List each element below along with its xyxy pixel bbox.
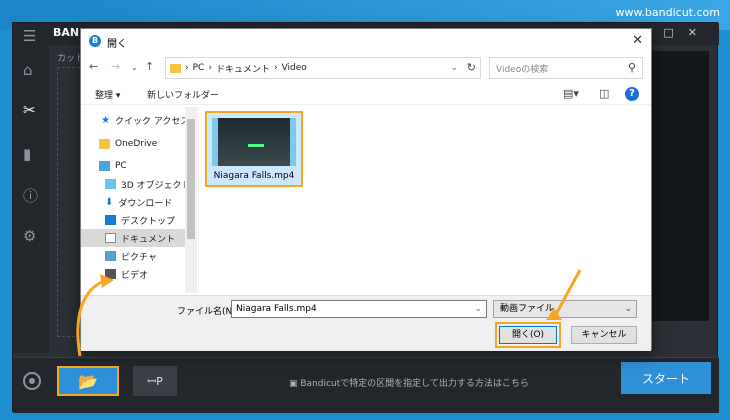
record-icon[interactable]	[23, 372, 41, 390]
desktop-icon	[105, 215, 116, 225]
preview-pane-icon[interactable]: ◫	[599, 87, 609, 100]
nav-item-label: デスクトップ	[121, 216, 176, 227]
recent-dropdown-icon[interactable]: ⌄	[131, 63, 138, 72]
nav-item-onedrive[interactable]: OneDrive	[99, 135, 197, 153]
nav-item-pc[interactable]: PC	[99, 157, 197, 175]
search-icon: ⚲	[627, 61, 636, 74]
path-documents[interactable]: ドキュメント	[216, 62, 270, 75]
home-icon[interactable]: ⌂	[23, 61, 33, 79]
format-button[interactable]: ꟷP	[133, 366, 177, 396]
close-icon[interactable]: ✕	[632, 33, 643, 48]
video-thumbnail	[212, 118, 296, 166]
nav-item-label: ピクチャ	[121, 252, 157, 263]
path-sep: ›	[208, 63, 212, 73]
format-label: ꟷP	[147, 374, 163, 388]
open-button[interactable]: 開く(O)	[499, 326, 557, 344]
help-icon[interactable]: ?	[625, 87, 639, 101]
cancel-button[interactable]: キャンセル	[571, 326, 637, 344]
nav-item-label: クイック アクセス	[114, 116, 190, 127]
merge-icon[interactable]: ▮	[23, 145, 31, 163]
bandicut-icon: B	[89, 35, 101, 47]
address-dropdown-icon[interactable]: ⌄	[450, 63, 458, 73]
nav-item-label: ビデオ	[121, 270, 149, 281]
nav-scrollbar[interactable]	[185, 107, 197, 293]
new-folder-button[interactable]: 新しいフォルダー	[147, 88, 219, 101]
path-pc[interactable]: PC	[193, 63, 205, 73]
navigation-pane: ★ クイック アクセス OneDrive PC 3D オブジェクト ⬇ ダウンロ…	[81, 107, 199, 293]
up-icon[interactable]: ↑	[145, 60, 154, 73]
refresh-icon[interactable]: ↻	[467, 61, 476, 74]
navigation-row: ← → ⌄ ↑ › PC › ドキュメント › Video ⌄ ↻ Videoの…	[81, 57, 651, 79]
nav-item-label: OneDrive	[115, 139, 158, 149]
folder-open-icon: 📂	[78, 371, 98, 391]
dialog-toolbar: 整理 ▾ 新しいフォルダー ▤▾ ◫ ?	[81, 83, 651, 105]
menu-icon[interactable]: ☰	[23, 27, 36, 45]
nav-item-label: 3D オブジェクト	[121, 180, 191, 191]
chevron-down-icon[interactable]: ⌄	[474, 301, 482, 317]
back-icon[interactable]: ←	[89, 60, 98, 73]
pc-icon	[99, 161, 110, 171]
filename-label: ファイル名(N):	[177, 307, 239, 317]
hint-arrow-left	[76, 274, 114, 357]
scrollbar-thumb[interactable]	[187, 119, 195, 239]
file-item[interactable]: Niagara Falls.mp4	[205, 111, 303, 187]
search-input[interactable]: Videoの検索 ⚲	[489, 57, 643, 79]
path-sep: ›	[185, 63, 189, 73]
settings-icon[interactable]: ⚙	[23, 227, 36, 245]
dialog-titlebar: B 開く ✕	[81, 29, 651, 53]
app-sidebar: ☰ ⌂ ✂ ▮ ⓘ ⚙	[13, 23, 49, 353]
hint-link[interactable]: ▣ Bandicutで特定の区間を指定して出力する方法はこちら	[289, 376, 529, 389]
path-video[interactable]: Video	[282, 63, 307, 73]
cube-icon	[105, 179, 116, 189]
star-icon: ★	[101, 114, 110, 126]
folder-icon	[99, 139, 110, 149]
nav-item-label: ダウンロード	[118, 198, 173, 209]
dialog-title: 開く	[107, 39, 127, 50]
watermark: www.bandicut.com	[615, 6, 720, 19]
open-file-button[interactable]: 📂	[57, 366, 119, 396]
filename-input[interactable]: Niagara Falls.mp4 ⌄	[231, 300, 487, 318]
thumbnail-light	[248, 144, 264, 147]
search-placeholder: Videoの検索	[496, 64, 549, 75]
path-sep: ›	[273, 63, 278, 73]
forward-icon[interactable]: →	[111, 60, 120, 73]
filename-value: Niagara Falls.mp4	[236, 304, 317, 314]
app-logo: BAN	[53, 26, 80, 39]
file-name: Niagara Falls.mp4	[213, 171, 295, 181]
nav-item-documents[interactable]: ドキュメント	[81, 229, 185, 247]
folder-icon	[170, 63, 181, 73]
chevron-down-icon: ⌄	[624, 304, 632, 314]
picture-icon	[105, 251, 116, 261]
download-icon: ⬇	[105, 196, 114, 208]
preview-area	[649, 51, 709, 321]
app-bottom-bar: 📂 ꟷP ▣ Bandicutで特定の区間を指定して出力する方法はこちら スター…	[13, 357, 719, 413]
document-icon	[105, 233, 116, 243]
chat-icon: ▣	[289, 379, 301, 389]
file-list: Niagara Falls.mp4	[201, 107, 651, 293]
address-bar[interactable]: › PC › ドキュメント › Video ⌄ ↻	[165, 57, 481, 79]
hint-text: Bandicutで特定の区間を指定して出力する方法はこちら	[300, 379, 529, 389]
cut-icon[interactable]: ✂	[23, 101, 36, 119]
hint-arrow-right	[546, 269, 582, 320]
organize-button[interactable]: 整理 ▾	[95, 88, 120, 101]
info-icon[interactable]: ⓘ	[23, 185, 38, 206]
nav-item-label: PC	[115, 161, 127, 171]
nav-item-label: ドキュメント	[121, 234, 176, 245]
start-button[interactable]: スタート	[621, 362, 711, 394]
view-options-icon[interactable]: ▤▾	[563, 87, 579, 100]
